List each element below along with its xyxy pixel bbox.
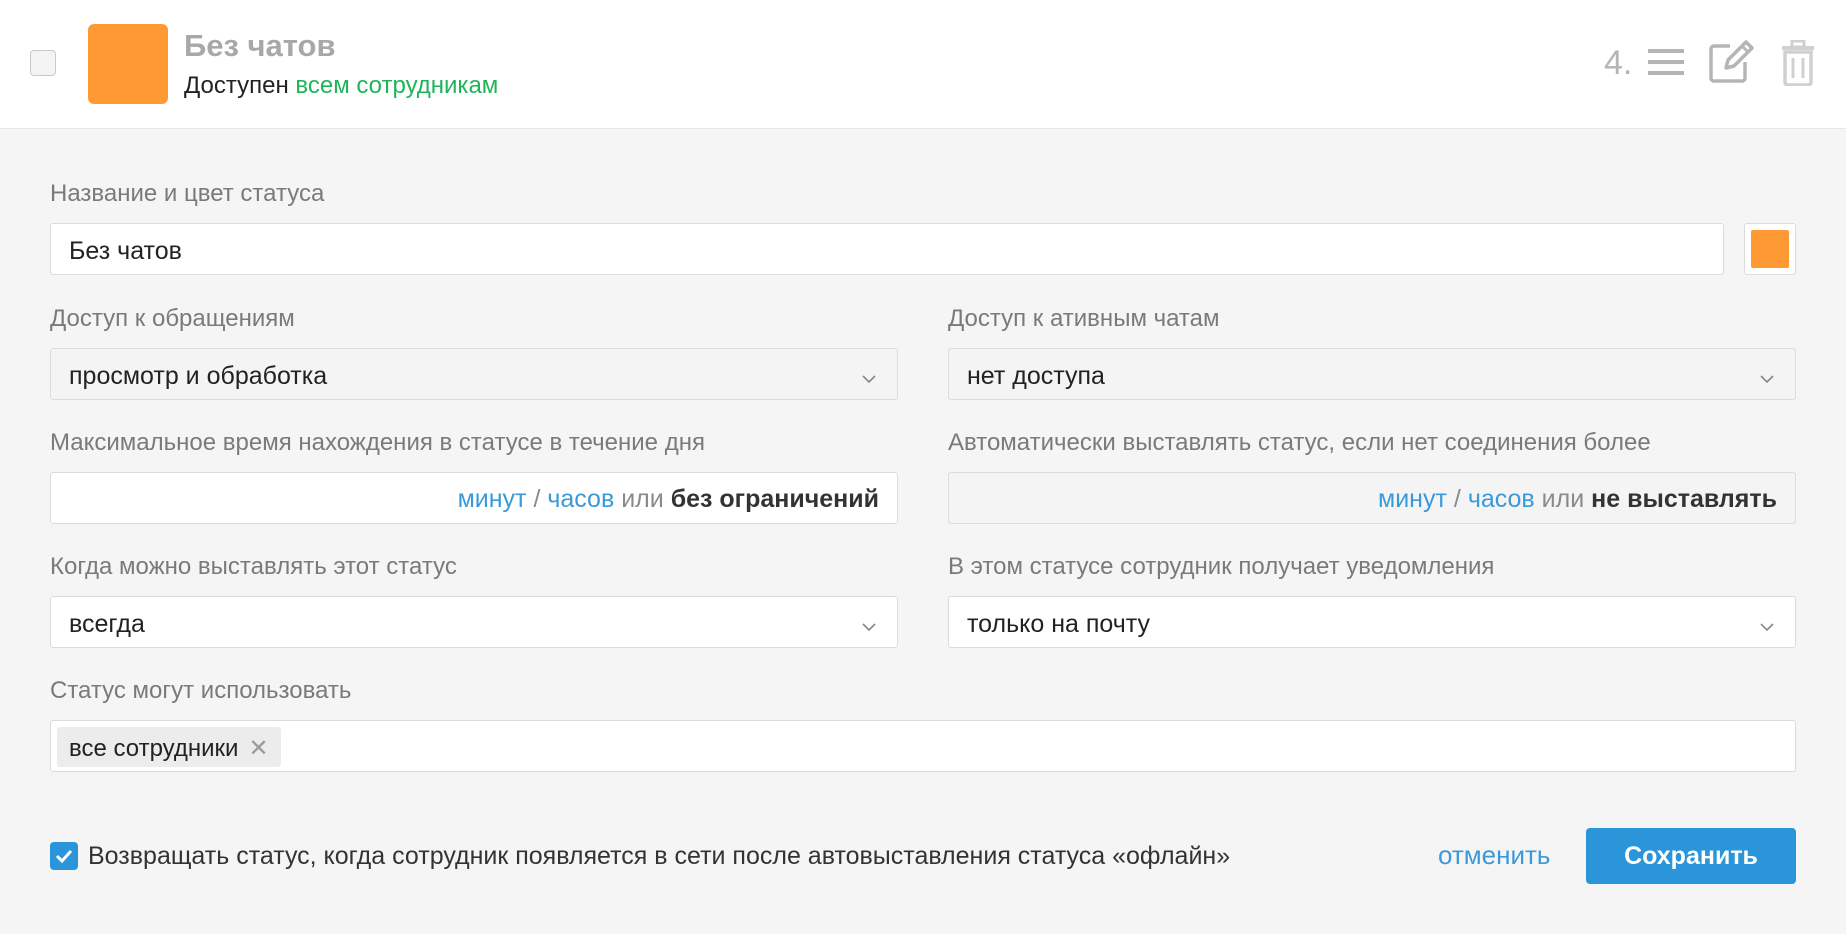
appeals-access-value: просмотр и обработка — [69, 362, 328, 390]
auto-status-never-option[interactable]: не выставлять — [1591, 485, 1777, 513]
unit-or: или — [621, 485, 664, 513]
edit-icon[interactable] — [1708, 40, 1756, 84]
max-time-minutes-link[interactable]: минут — [458, 485, 527, 513]
status-name-value: Без чатов — [69, 237, 182, 265]
notify-value: только на почту — [967, 610, 1151, 638]
chevron-down-icon — [861, 613, 877, 642]
reorder-icon[interactable] — [1646, 40, 1686, 84]
availability-link[interactable]: всем сотрудникам — [295, 72, 498, 99]
checkmark-icon — [55, 849, 73, 864]
auto-status-input[interactable]: минут / часов или не выставлять — [948, 472, 1796, 524]
status-availability: Доступен всем сотрудникам — [184, 72, 498, 100]
when-select[interactable]: всегда — [50, 596, 898, 648]
appeals-access-select[interactable]: просмотр и обработка — [50, 348, 898, 400]
auto-status-hours-link[interactable]: часов — [1468, 485, 1535, 513]
max-time-units: минут / часов или без ограничений — [458, 485, 879, 514]
status-order-number: 4. — [1604, 44, 1633, 82]
name-label: Название и цвет статуса — [50, 180, 325, 207]
when-value: всегда — [69, 610, 145, 638]
user-tag-label: все сотрудники — [69, 735, 239, 762]
when-label: Когда можно выставлять этот статус — [50, 553, 457, 580]
chevron-down-icon — [1759, 365, 1775, 394]
unit-separator: / — [1453, 485, 1461, 513]
unit-or: или — [1541, 485, 1585, 513]
auto-status-minutes-link[interactable]: минут — [1378, 485, 1447, 513]
users-label: Статус могут использовать — [50, 677, 352, 704]
notify-label: В этом статусе сотрудник получает уведом… — [948, 553, 1495, 580]
max-time-unlimited-option[interactable]: без ограничений — [671, 485, 879, 513]
cancel-button[interactable]: отменить — [1438, 840, 1550, 871]
status-color-swatch — [88, 24, 168, 104]
availability-prefix: Доступен — [184, 72, 289, 99]
trash-icon[interactable] — [1780, 40, 1816, 86]
user-tag: все сотрудники ✕ — [57, 727, 281, 767]
chevron-down-icon — [1759, 613, 1775, 642]
chats-access-select[interactable]: нет доступа — [948, 348, 1796, 400]
notify-select[interactable]: только на почту — [948, 596, 1796, 648]
max-time-label: Максимальное время нахождения в статусе … — [50, 429, 705, 456]
status-name-input[interactable]: Без чатов — [50, 223, 1724, 275]
select-checkbox[interactable] — [30, 50, 56, 76]
max-time-input[interactable]: минут / часов или без ограничений — [50, 472, 898, 524]
max-time-hours-link[interactable]: часов — [547, 485, 614, 513]
color-picker-button[interactable] — [1744, 223, 1796, 275]
chevron-down-icon — [861, 365, 877, 394]
status-title: Без чатов — [184, 28, 336, 63]
remove-tag-icon[interactable]: ✕ — [248, 735, 268, 762]
auto-status-label: Автоматически выставлять статус, если не… — [948, 429, 1651, 456]
users-tag-input[interactable]: все сотрудники ✕ — [50, 720, 1796, 772]
chats-access-value: нет доступа — [967, 362, 1105, 390]
return-status-checkbox[interactable] — [50, 842, 78, 870]
unit-separator: / — [533, 485, 541, 513]
auto-status-units: минут / часов или не выставлять — [1378, 485, 1777, 514]
status-header: Без чатов Доступен всем сотрудникам 4. — [0, 0, 1846, 129]
save-button[interactable]: Сохранить — [1586, 828, 1796, 884]
chats-access-label: Доступ к ативным чатам — [948, 305, 1220, 332]
appeals-access-label: Доступ к обращениям — [50, 305, 295, 332]
color-swatch — [1751, 230, 1789, 268]
return-status-label[interactable]: Возвращать статус, когда сотрудник появл… — [88, 842, 1230, 871]
